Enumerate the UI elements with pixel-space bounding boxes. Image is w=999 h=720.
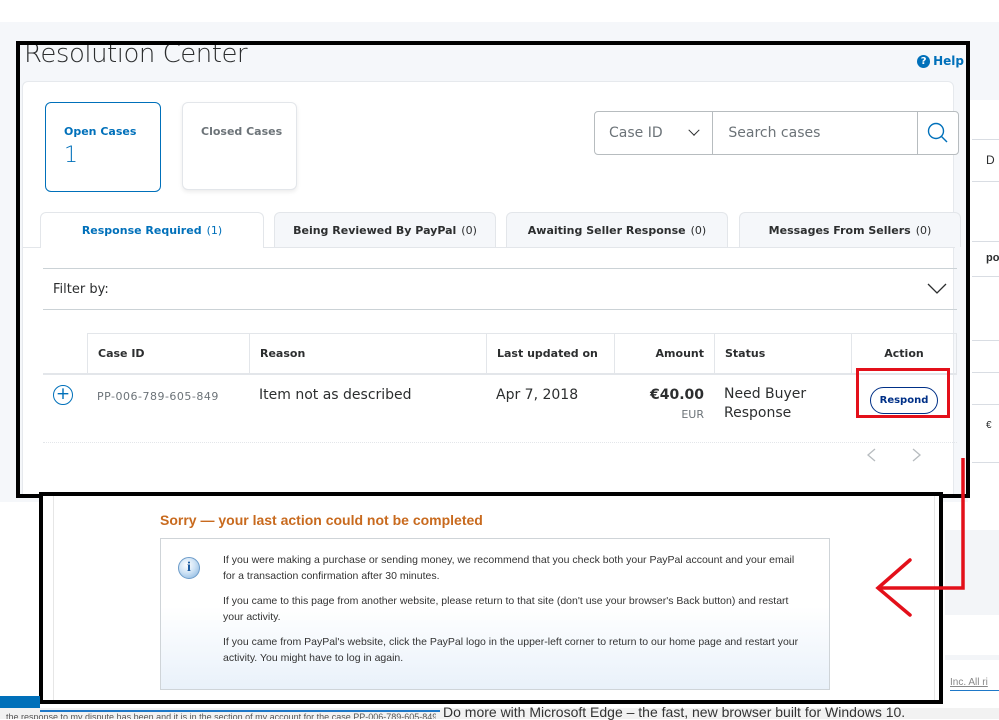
background-text: po <box>986 252 999 264</box>
divider <box>53 496 54 700</box>
reason-cell: Item not as described <box>259 387 412 403</box>
edge-promo-text[interactable]: Do more with Microsoft Edge – the fast, … <box>443 704 905 720</box>
question-circle-icon: ? <box>917 54 931 68</box>
background-divider <box>972 276 999 277</box>
background-divider <box>972 181 999 182</box>
copyright-text[interactable]: Inc. All ri <box>950 677 988 688</box>
error-paragraph: If you came to this page from another we… <box>223 595 789 623</box>
column-header: Case ID <box>87 333 249 373</box>
header-spacer <box>43 333 87 373</box>
page-title: Resolution Center <box>24 41 248 69</box>
plus-icon: + <box>55 384 71 404</box>
expand-row-button[interactable]: + <box>53 385 73 405</box>
closed-cases-tile[interactable]: Closed Cases <box>182 102 297 190</box>
tab-count: (0) <box>690 223 707 237</box>
background-divider <box>972 241 999 242</box>
chevron-down-icon <box>927 283 947 294</box>
chevron-right-icon[interactable] <box>909 448 923 462</box>
filter-toggle[interactable]: Filter by: <box>43 268 957 310</box>
table-row: + PP-006-789-605-849 Item not as describ… <box>43 368 957 443</box>
tab-messages-from-sellers[interactable]: Messages From Sellers (0) <box>739 212 961 247</box>
closed-cases-label: Closed Cases <box>201 125 283 138</box>
background-text: € <box>986 420 992 431</box>
taskbar-accent <box>0 696 40 708</box>
tab-count: (0) <box>915 223 932 237</box>
search-field-select[interactable]: Case ID <box>595 112 714 154</box>
respond-button[interactable]: Respond <box>870 387 938 414</box>
background-divider <box>972 372 999 373</box>
background-divider <box>972 340 999 341</box>
search-cases-input[interactable] <box>713 112 918 154</box>
column-header: Status <box>714 333 851 373</box>
divider <box>950 690 999 691</box>
expand-cell: + <box>43 375 87 442</box>
tab-response-required[interactable]: Response Required (1) <box>40 212 264 248</box>
chevron-left-icon[interactable] <box>865 448 879 462</box>
error-paragraph: If you came from PayPal's website, click… <box>223 636 799 664</box>
tab-count: (1) <box>206 224 223 237</box>
amount-cell: €40.00 EUR <box>614 375 714 442</box>
search-icon <box>927 122 948 143</box>
status-text: the response to my dispute has been and … <box>6 712 436 719</box>
open-cases-label: Open Cases <box>64 125 137 138</box>
column-header: Amount <box>614 333 714 373</box>
column-header: Action <box>851 333 957 373</box>
last-updated-cell: Apr 7, 2018 <box>496 387 579 403</box>
filter-label: Filter by: <box>53 281 109 297</box>
tab-label: Response Required <box>81 224 202 237</box>
case-id-cell: PP-006-789-605-849 <box>97 390 219 403</box>
cases-panel: Open Cases 1 Closed Cases Case ID Respon… <box>22 81 961 494</box>
table-header: Case ID Reason Last updated on Amount St… <box>43 333 957 375</box>
case-search-group: Case ID <box>594 111 959 155</box>
tab-label: Being Reviewed By PayPal <box>293 223 457 237</box>
column-header: Last updated on <box>486 333 614 373</box>
open-cases-count: 1 <box>64 143 78 168</box>
tab-awaiting-seller[interactable]: Awaiting Seller Response (0) <box>506 212 728 247</box>
background-block <box>945 615 999 655</box>
tab-being-reviewed[interactable]: Being Reviewed By PayPal (0) <box>274 212 496 247</box>
background-divider <box>972 462 999 463</box>
cases-table: Case ID Reason Last updated on Amount St… <box>43 333 957 443</box>
resolution-center-frame: Resolution Center ? Help Open Cases 1 Cl… <box>16 41 970 498</box>
search-button[interactable] <box>917 112 958 154</box>
background-divider <box>972 404 999 405</box>
error-title: Sorry — your last action could not be co… <box>160 512 483 528</box>
divider <box>934 496 935 700</box>
error-message-frame: Sorry — your last action could not be co… <box>39 492 943 704</box>
status-cell: Need Buyer Response <box>724 386 807 421</box>
pagination <box>865 448 923 462</box>
amount-value: €40.00 <box>649 387 704 403</box>
info-icon: i <box>178 557 200 579</box>
column-header: Reason <box>249 333 486 373</box>
tab-label: Awaiting Seller Response <box>527 223 686 237</box>
amount-currency: EUR <box>681 408 704 421</box>
background-text: D <box>986 153 995 167</box>
help-label: Help <box>933 54 964 68</box>
chevron-down-icon <box>688 124 701 136</box>
error-paragraph: If you were making a purchase or sending… <box>223 554 795 582</box>
tab-count: (0) <box>461 223 477 237</box>
help-link[interactable]: ? Help <box>917 54 964 68</box>
tab-label: Messages From Sellers <box>768 223 911 237</box>
open-cases-tile[interactable]: Open Cases 1 <box>45 102 161 192</box>
action-cell: Respond <box>851 368 957 442</box>
background-divider <box>972 139 999 140</box>
error-info-box: i If you were making a purchase or sendi… <box>160 538 830 690</box>
search-field-select-value: Case ID <box>609 125 663 141</box>
